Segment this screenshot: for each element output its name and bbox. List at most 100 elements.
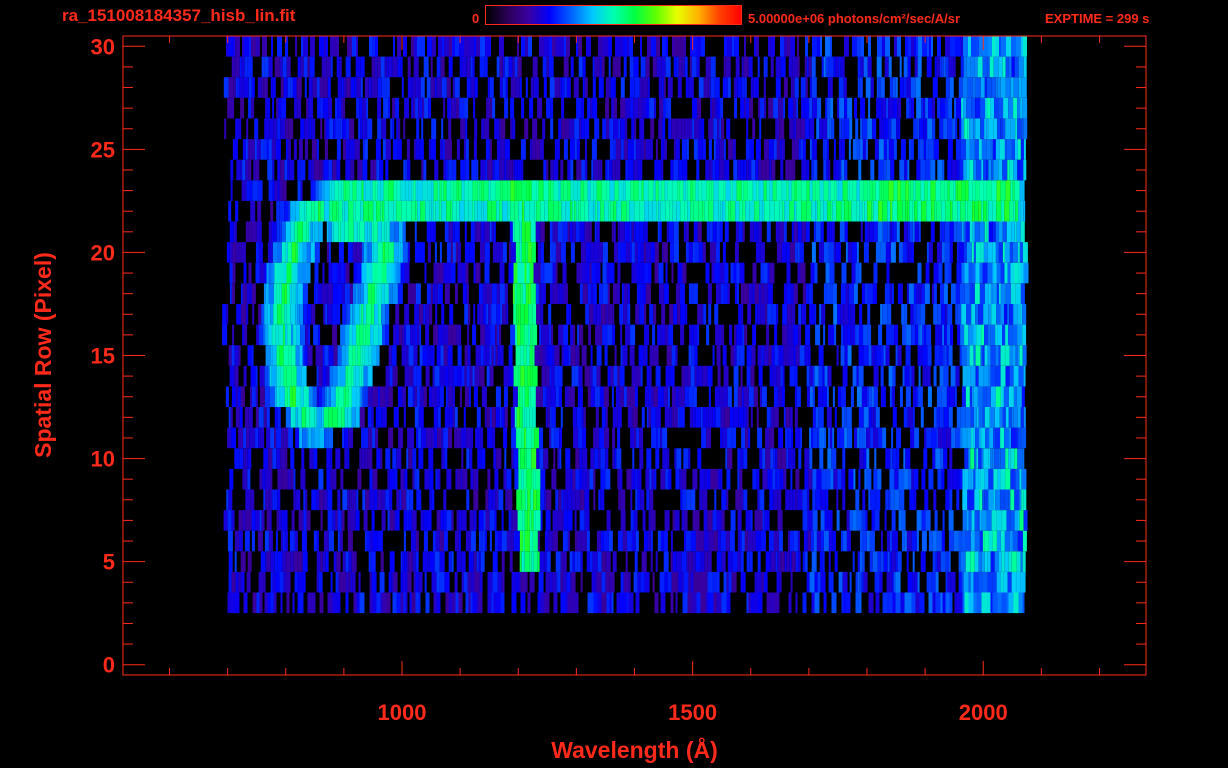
heatmap-cell — [251, 386, 256, 407]
heatmap-cell — [656, 200, 659, 222]
heatmap-cell — [837, 304, 841, 325]
heatmap-cell — [475, 427, 481, 449]
heatmap-cell — [603, 530, 609, 552]
heatmap-cell — [979, 221, 985, 243]
heatmap-cell — [632, 407, 638, 428]
heatmap-cell — [286, 283, 290, 304]
heatmap-cell — [682, 489, 687, 511]
heatmap-cell — [888, 180, 894, 201]
heatmap-cell — [582, 468, 588, 490]
heatmap-cell — [549, 77, 555, 98]
heatmap-cell — [889, 221, 892, 243]
heatmap-cell — [905, 386, 911, 407]
heatmap-cell — [726, 468, 731, 490]
heatmap-cell — [388, 345, 392, 366]
heatmap-cell — [471, 427, 474, 449]
heatmap-cell — [322, 262, 325, 284]
heatmap-cell — [974, 551, 979, 572]
heatmap-cell — [801, 180, 807, 201]
heatmap-cell — [862, 489, 866, 511]
heatmap-cell — [808, 283, 813, 304]
heatmap-cell — [226, 304, 229, 325]
heatmap-cell — [440, 510, 444, 531]
heatmap-cell — [302, 551, 308, 572]
heatmap-cell — [490, 324, 496, 346]
heatmap-cell — [601, 56, 605, 78]
heatmap-cell — [1003, 571, 1008, 593]
heatmap-cell — [895, 77, 898, 98]
heatmap-cell — [587, 180, 591, 201]
heatmap-cell — [675, 283, 680, 304]
heatmap-cell — [984, 468, 989, 490]
heatmap-cell — [427, 551, 430, 572]
heatmap-cell — [231, 510, 235, 531]
heatmap-cell — [607, 365, 611, 387]
heatmap-cell — [532, 530, 538, 552]
heatmap-cell — [392, 56, 398, 78]
heatmap-cell — [389, 489, 393, 511]
heatmap-cell — [811, 56, 816, 78]
heatmap-cell — [722, 345, 727, 366]
heatmap-cell — [906, 283, 909, 304]
heatmap-cell — [408, 510, 412, 531]
heatmap-cell — [517, 510, 523, 531]
heatmap-cell — [772, 180, 777, 201]
heatmap-cell — [448, 365, 454, 387]
heatmap-cell — [527, 489, 531, 511]
heatmap-cell — [965, 530, 971, 552]
heatmap-cell — [955, 304, 958, 325]
heatmap-cell — [403, 159, 406, 181]
heatmap-cell — [556, 139, 560, 160]
heatmap-cell — [965, 200, 968, 222]
heatmap-cell — [744, 77, 747, 98]
heatmap-cell — [678, 386, 682, 407]
heatmap-cell — [338, 221, 341, 243]
heatmap-cell — [560, 571, 563, 593]
heatmap-cell — [785, 427, 788, 449]
heatmap-cell — [612, 159, 616, 181]
heatmap-cell — [660, 200, 666, 222]
heatmap-cell — [961, 386, 966, 407]
heatmap-cell — [564, 386, 569, 407]
heatmap-cell — [1009, 427, 1012, 449]
heatmap-cell — [380, 200, 383, 222]
heatmap-cell — [634, 427, 637, 449]
heatmap-cell — [522, 200, 525, 222]
heatmap-cell — [737, 468, 740, 490]
heatmap-cell — [504, 139, 510, 160]
heatmap-cell — [802, 139, 806, 160]
heatmap-cell — [830, 324, 835, 346]
heatmap-cell — [1017, 510, 1020, 531]
heatmap-cell — [523, 571, 528, 593]
heatmap-cell — [698, 77, 704, 98]
heatmap-cell — [806, 159, 810, 181]
heatmap-cell — [831, 592, 837, 614]
heatmap-cell — [722, 427, 728, 449]
heatmap-cell — [958, 592, 963, 614]
heatmap-cell — [545, 365, 550, 387]
heatmap-cell — [230, 592, 235, 614]
heatmap-cell — [883, 118, 886, 140]
heatmap-cell — [863, 56, 868, 78]
heatmap-cell — [574, 118, 580, 140]
heatmap-cell — [880, 386, 886, 407]
heatmap-cell — [330, 448, 333, 469]
heatmap-cell — [610, 77, 616, 98]
heatmap-cell — [580, 242, 586, 263]
heatmap-cell — [720, 407, 725, 428]
heatmap-cell — [658, 283, 664, 304]
heatmap-cell — [769, 200, 775, 222]
heatmap-cell — [937, 36, 941, 57]
heatmap-cell — [848, 304, 851, 325]
heatmap-cell — [944, 345, 947, 366]
heatmap-cell — [757, 56, 760, 78]
heatmap-cell — [414, 468, 417, 490]
heatmap-cell — [274, 551, 278, 572]
heatmap-cell — [331, 180, 335, 201]
heatmap-cell — [774, 324, 778, 346]
heatmap-cell — [574, 200, 577, 222]
heatmap-cell — [788, 97, 794, 119]
heatmap-cell — [365, 180, 371, 201]
heatmap-cell — [284, 304, 287, 325]
heatmap-cell — [304, 200, 307, 222]
